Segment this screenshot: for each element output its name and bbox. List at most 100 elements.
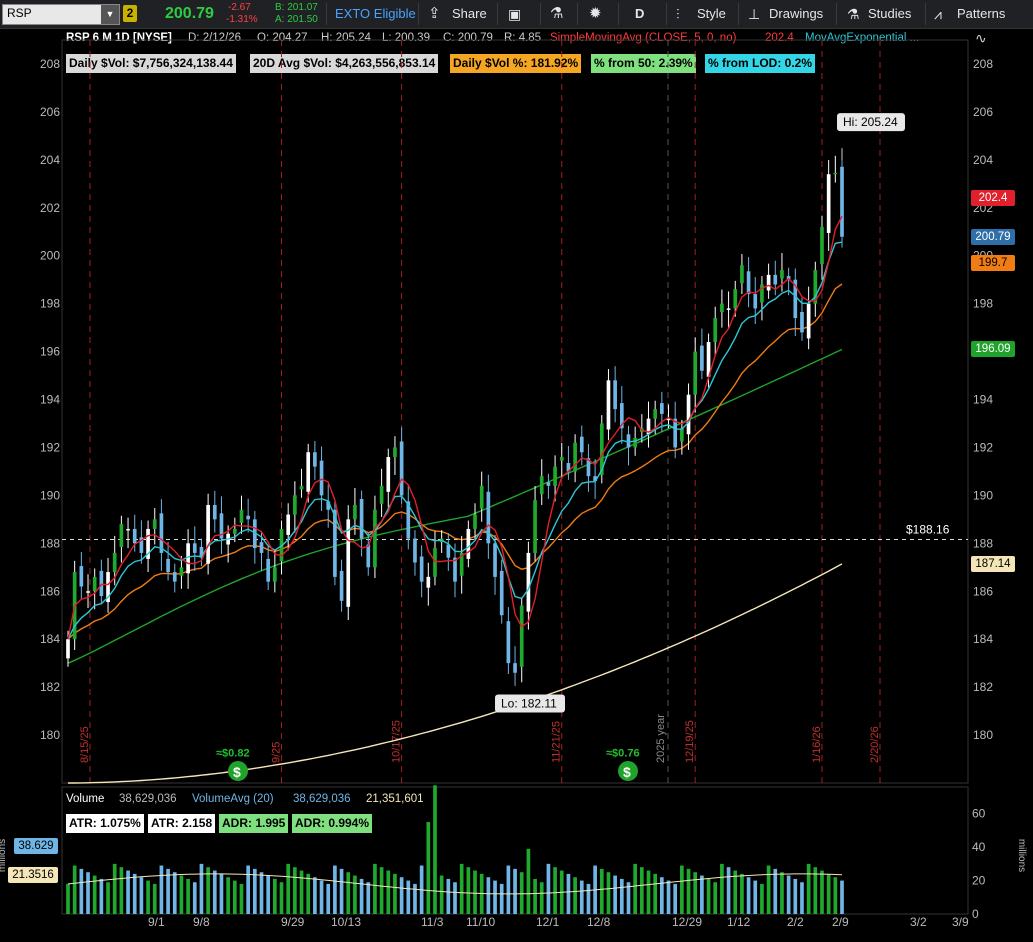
share-icon[interactable]: ⇪ [428,0,441,28]
drawings-icon[interactable]: ⊥ [748,0,760,28]
y-tick-label-right: 204 [973,153,993,167]
period-selector[interactable]: D [635,0,644,28]
candle-body [626,434,631,448]
price-tag: 199.7 [971,254,1015,271]
candle-body [733,289,738,309]
candle-body [179,567,184,576]
volume-bar [246,865,250,914]
patterns-icon[interactable]: ⩘ [934,0,942,28]
volume-bar [279,882,284,914]
style-button[interactable]: Style [697,0,726,28]
candle-body [286,514,291,535]
adr-label: ADR: 1.995 [219,814,289,833]
x-tick-label: 12/29 [672,915,702,929]
volume-bar [606,872,611,914]
y-tick-label-left: 200 [40,249,60,263]
candle-body [800,312,804,333]
candle-body [613,380,617,410]
candle-body [426,576,431,588]
toolbar: RSP ▼ 2 200.79 -2.67 -1.31% B: 201.07 A:… [0,0,1033,29]
volume-bar [112,863,117,914]
volume-y-tick-label: 0 [972,907,979,921]
y-tick-label-right: 194 [973,393,993,407]
exto-eligible-button[interactable]: EXTO Eligible [335,0,416,28]
volume-bar [139,877,144,914]
drawings-button[interactable]: Drawings [769,0,823,28]
volume-bar [79,868,84,914]
candle-body [192,543,197,553]
calendar-icon[interactable]: ▣ [508,0,521,28]
lo-label: Lo: 182.11 [501,696,557,710]
volume-bar [553,867,557,914]
volume-bar [793,878,798,914]
volume-bar [179,875,184,914]
candle-body [152,519,157,529]
price-tag: 200.79 [971,228,1015,245]
volume-bar [586,883,591,914]
gear-icon[interactable]: ✹ [589,0,602,28]
volume-bar [353,875,357,914]
volume-bar [373,863,377,914]
volume-bar [820,870,824,914]
x-tick-label: 11/10 [466,915,495,929]
chevron-down-icon[interactable]: ▼ [101,5,119,24]
volume-bar [393,873,397,914]
volume-bar [706,878,711,914]
volume-bar [252,868,257,914]
candle-body [413,538,417,563]
candle-body [92,576,97,592]
link-badge[interactable]: 2 [123,5,137,22]
candle-body [713,318,718,342]
flask-icon[interactable]: ⚗ [550,0,563,28]
candle-body [533,500,537,553]
x-tick-label: 9/8 [193,915,210,929]
volume-bar [273,878,277,914]
y-tick-label-left: 182 [40,680,60,694]
volume-bar [459,863,464,914]
volume-bar [453,882,457,914]
candle-body [780,270,784,279]
patterns-button[interactable]: Patterns [957,0,1005,28]
candle-body [306,452,311,492]
candle-body [79,566,84,587]
share-button[interactable]: Share [452,0,487,28]
y-tick-label-left: 192 [40,440,60,454]
volume-bar [259,872,264,914]
candle-body [366,544,371,568]
y-tick-label-right: 192 [973,440,993,454]
candle-body [212,504,217,520]
volume-bar [406,880,411,914]
symbol-input[interactable]: RSP ▼ [2,4,120,25]
studies-icon[interactable]: ⚗ [847,0,860,28]
candle-body [606,380,611,430]
y-tick-label-left: 188 [40,536,60,550]
volume-avg-label[interactable]: VolumeAvg (20) [192,791,274,807]
volume-bar [806,863,811,914]
x-tick-label: 9/29 [281,915,305,929]
volume-bar [99,878,104,914]
volume-y-tick-label: 40 [972,840,986,854]
candle-body [806,303,811,339]
candle-body [119,524,124,547]
y-tick-label-left: 208 [40,57,60,71]
volume-bar [633,863,637,914]
volume-bar [780,872,784,914]
event-date-label: 11/21/25 [551,721,563,763]
volume-bar [533,878,537,914]
volume-bar [713,882,718,914]
volume-bar [613,875,617,914]
volume-bar [159,865,164,914]
y-tick-label-left: 190 [40,488,60,502]
candle-body [379,485,384,504]
y-tick-label-left: 202 [40,201,60,215]
volume-bar [673,883,678,914]
volume-bar [119,867,124,914]
candle-body [473,514,477,529]
volume-other-value: 21,351,601 [366,793,424,805]
candle-body [726,308,731,310]
volume-bar [366,882,371,914]
studies-button[interactable]: Studies [868,0,911,28]
volume-bar [232,880,237,914]
candle-icon[interactable]: ⫶ [676,0,680,28]
event-date-label: 8/15/25 [79,726,91,763]
